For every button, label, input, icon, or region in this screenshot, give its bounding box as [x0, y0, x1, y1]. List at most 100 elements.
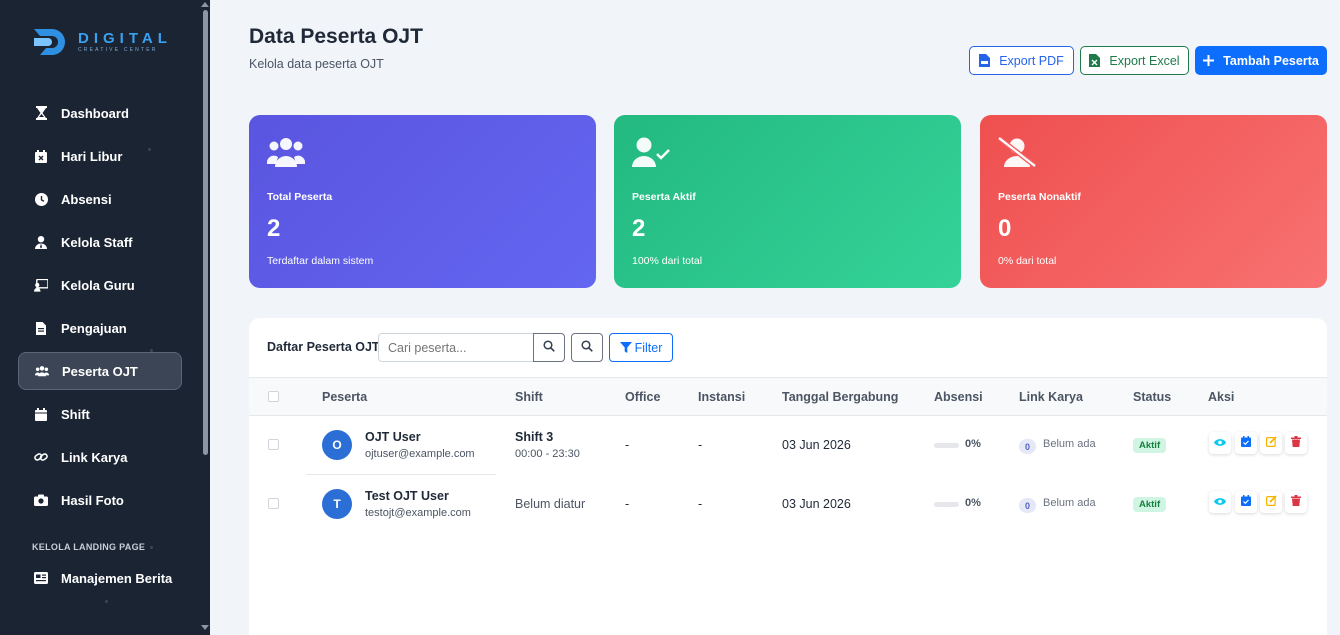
sidebar-item-label: Shift [61, 406, 90, 422]
export-excel-button[interactable]: Export Excel [1080, 46, 1189, 75]
link-icon [34, 450, 48, 464]
table-row: O OJT User ojtuser@example.com Shift 3 0… [249, 416, 1327, 475]
shift-name: Belum diatur [515, 497, 586, 511]
search-icon [581, 339, 593, 357]
participant-name: Test OJT User [365, 489, 449, 503]
sidebar-item-label: Dashboard [61, 105, 129, 121]
sidebar-item-kelola-guru[interactable]: Kelola Guru [18, 266, 182, 304]
column-header[interactable]: Shift [515, 390, 543, 404]
plus-icon [1203, 55, 1215, 66]
participant-email: testojt@example.com [365, 507, 471, 519]
stat-card-total: Total Peserta 2 Terdaftar dalam sistem [249, 115, 596, 288]
delete-button[interactable] [1285, 491, 1307, 513]
sidebar-item-peserta-ojt[interactable]: Peserta OJT [18, 352, 182, 390]
stat-value: 2 [267, 215, 281, 242]
stat-card-active: Peserta Aktif 2 100% dari total [614, 115, 961, 288]
clock-icon [34, 192, 48, 206]
participants-panel: Daftar Peserta OJT Filter Peserta Shift … [249, 318, 1327, 635]
schedule-button[interactable] [1235, 491, 1257, 513]
sidebar-item-link-karya[interactable]: Link Karya [18, 438, 182, 476]
stat-value: 2 [632, 215, 646, 242]
file-icon [34, 321, 48, 335]
trash-icon [1291, 434, 1301, 452]
export-pdf-label: Export PDF [999, 53, 1064, 68]
row-checkbox[interactable] [268, 498, 279, 509]
sidebar-item-hasil-foto[interactable]: Hasil Foto [18, 481, 182, 519]
scroll-up-icon[interactable] [201, 2, 209, 7]
column-header[interactable]: Office [625, 390, 660, 404]
sidebar-item-label: Link Karya [61, 449, 128, 465]
filter-button[interactable]: Filter [609, 333, 673, 362]
sidebar-item-label: Absensi [61, 191, 112, 207]
office-cell: - [625, 497, 630, 511]
trash-icon [1291, 493, 1301, 511]
export-pdf-button[interactable]: Export PDF [969, 46, 1074, 75]
stat-desc: 100% dari total [632, 255, 703, 267]
column-header[interactable]: Link Karya [1019, 390, 1083, 404]
edit-button[interactable] [1260, 491, 1282, 513]
sidebar-item-kelola-staff[interactable]: Kelola Staff [18, 223, 182, 261]
brand-tagline: CREATIVE CENTER [78, 46, 158, 53]
sidebar-scroll-thumb[interactable] [203, 10, 208, 455]
sidebar-item-manajemen-berita[interactable]: Manajemen Berita [18, 559, 182, 597]
sidebar-item-shift[interactable]: Shift [18, 395, 182, 433]
camera-icon [34, 493, 48, 507]
page-subtitle: Kelola data peserta OJT [249, 57, 384, 71]
teacher-icon [34, 278, 48, 292]
column-header[interactable]: Status [1133, 390, 1171, 404]
sidebar: DIGITAL CREATIVE CENTER Dashboard Hari L… [0, 0, 210, 635]
edit-icon [1265, 434, 1277, 452]
logo-mark-icon [32, 25, 70, 59]
calendar-icon [34, 407, 48, 421]
stat-title: Total Peserta [267, 191, 333, 203]
sidebar-item-dashboard[interactable]: Dashboard [18, 94, 182, 132]
sidebar-item-absensi[interactable]: Absensi [18, 180, 182, 218]
sidebar-item-label: Hari Libur [61, 148, 123, 164]
column-header[interactable]: Instansi [698, 390, 745, 404]
filter-icon [619, 342, 632, 353]
search-icon [543, 339, 555, 357]
sidebar-item-label: Manajemen Berita [61, 570, 173, 586]
office-cell: - [625, 438, 630, 452]
delete-button[interactable] [1285, 432, 1307, 454]
users-icon [35, 364, 49, 378]
status-badge: Aktif [1133, 438, 1167, 453]
view-button[interactable] [1209, 491, 1231, 513]
search-input[interactable] [378, 333, 534, 362]
stat-card-inactive: Peserta Nonaktif 0 0% dari total [980, 115, 1327, 288]
sidebar-item-label: Pengajuan [61, 320, 127, 336]
sidebar-item-pengajuan[interactable]: Pengajuan [18, 309, 182, 347]
attendance-progress [934, 443, 959, 448]
stat-desc: 0% dari total [998, 255, 1057, 267]
participant-name: OJT User [365, 430, 421, 444]
search-button-secondary[interactable] [571, 333, 603, 362]
shift-time: 00:00 - 23:30 [515, 448, 580, 460]
select-all-checkbox[interactable] [268, 391, 279, 402]
column-header: Aksi [1208, 390, 1235, 404]
calendar-x-icon [34, 149, 48, 163]
brand-logo[interactable]: DIGITAL CREATIVE CENTER [32, 22, 172, 62]
sidebar-item-hari-libur[interactable]: Hari Libur [18, 137, 182, 175]
search-button[interactable] [533, 333, 565, 362]
participant-email: ojtuser@example.com [365, 448, 475, 460]
file-pdf-icon [979, 54, 991, 67]
column-header[interactable]: Tanggal Bergabung [782, 390, 898, 404]
view-button[interactable] [1209, 432, 1231, 454]
column-header[interactable]: Absensi [934, 390, 983, 404]
sidebar-section-label: KELOLA LANDING PAGE [32, 542, 146, 552]
shift-name: Shift 3 [515, 430, 554, 444]
calendar-check-icon [1241, 434, 1251, 452]
sidebar-item-label: Peserta OJT [62, 363, 138, 379]
attendance-percent: 0% [965, 497, 981, 509]
newspaper-icon [34, 571, 48, 585]
schedule-button[interactable] [1235, 432, 1257, 454]
instansi-cell: - [698, 497, 703, 511]
column-header[interactable]: Peserta [322, 390, 367, 404]
eye-icon [1214, 493, 1226, 511]
edit-button[interactable] [1260, 432, 1282, 454]
joined-date: 03 Jun 2026 [782, 497, 851, 511]
scroll-down-icon[interactable] [201, 625, 209, 630]
add-participant-button[interactable]: Tambah Peserta [1195, 46, 1327, 75]
avatar: O [322, 430, 352, 460]
row-checkbox[interactable] [268, 439, 279, 450]
